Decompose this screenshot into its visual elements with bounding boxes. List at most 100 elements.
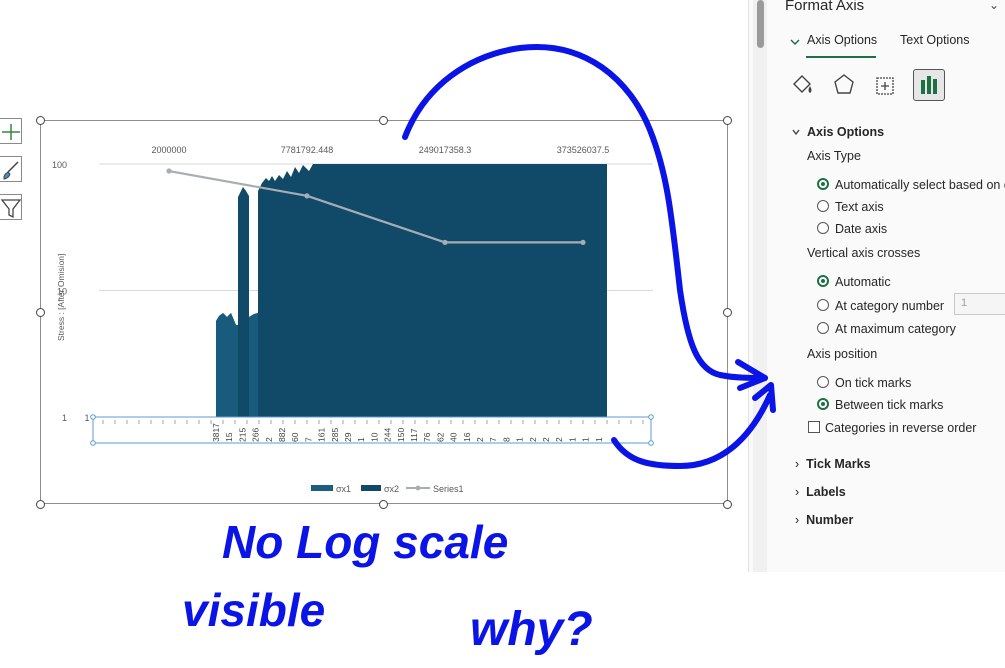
pane-scrollbar[interactable] [753,0,767,572]
radio-auto-select[interactable] [817,178,829,190]
radio-on-tick-marks[interactable] [817,376,829,388]
radio-text-axis[interactable] [817,200,829,212]
axis-selection-handle [90,440,96,446]
section-tick-marks[interactable]: › Tick Marks [795,457,871,471]
line-point-series1 [304,193,310,199]
x-tick-label: 285 [330,428,340,442]
axis-selection-handle [648,414,654,420]
option-category-number[interactable]: At category number [835,299,944,313]
chart-elements-icon[interactable] [0,118,22,144]
reverse-order-label[interactable]: Categories in reverse order [825,421,976,435]
chart-filters-icon[interactable] [0,194,22,220]
option-text-axis[interactable]: Text axis [835,200,884,214]
x-tick-label: 62 [435,432,445,442]
y-tick-label-axis: 1 [84,413,89,423]
resize-handle[interactable] [36,308,45,317]
axis-options-icon[interactable] [913,69,945,101]
radio-max-category[interactable] [817,322,829,334]
resize-handle[interactable] [723,116,732,125]
axis-selection-handle [90,414,96,420]
x-tick-label: 1 [581,437,591,442]
legend-label-sx2: σx2 [384,484,399,494]
top-axis-label: 2000000 [151,145,186,155]
x-tick-label: 8 [501,437,511,442]
resize-handle[interactable] [379,500,388,509]
radio-crosses-automatic[interactable] [817,275,829,287]
option-crosses-automatic[interactable]: Automatic [835,275,891,289]
fill-line-icon[interactable] [788,70,818,100]
legend-swatch-sx1 [311,485,333,491]
effects-icon[interactable] [829,70,859,100]
tab-text-options[interactable]: Text Options [900,33,969,47]
x-tick-label: 244 [383,428,393,442]
annotation-text: No Log scale visible why? [182,516,593,656]
x-tick-label: 60 [290,432,300,442]
vertical-crosses-label: Vertical axis crosses [807,246,921,260]
pane-options-chevron-icon[interactable]: ⌄ [989,0,999,12]
category-number-input[interactable]: 1 [954,293,1005,315]
x-tick-label: 7 [488,437,498,442]
radio-category-number[interactable] [817,299,829,311]
x-tick-label: 2 [554,437,564,442]
annotation-line2: visible [182,584,325,636]
chart-svg: 1001012000000 7781792.448 249017358.3 37352… [52,145,654,494]
radio-between-tick-marks[interactable] [817,398,829,410]
x-tick-label: 2 [528,437,538,442]
active-tab-indicator [806,56,876,58]
resize-handle[interactable] [723,308,732,317]
format-axis-pane: Format Axis ⌄ Axis Options Text Options … [748,0,1005,572]
radio-date-axis[interactable] [817,222,829,234]
size-properties-icon[interactable] [870,70,900,100]
x-tick-label: 29 [343,432,353,442]
chart-styles-icon[interactable] [0,156,22,182]
pane-title: Format Axis [785,0,865,14]
axis-selection-handle [648,440,654,446]
line-point-series1 [166,168,172,174]
x-tick-label: 1 [515,437,525,442]
top-axis-label: 7781792.448 [281,145,334,155]
top-axis-label: 373526037.5 [557,145,610,155]
x-tick-label: 215 [237,428,247,442]
resize-handle[interactable] [723,500,732,509]
option-max-category[interactable]: At maximum category [835,322,956,336]
tab-axis-options[interactable]: Axis Options [807,33,877,47]
option-auto-select[interactable]: Automatically select based on da [835,178,1005,192]
x-tick-label: 7 [303,437,313,442]
x-tick-label: 40 [449,432,459,442]
chevron-down-icon [792,129,800,136]
axis-type-label: Axis Type [807,149,861,163]
legend-label-sx1: σx1 [336,484,351,494]
section-axis-options[interactable]: Axis Options [807,125,884,139]
x-tick-label: 1 [594,437,604,442]
chevron-right-icon: › [795,485,800,499]
x-tick-label: 16 [462,432,472,442]
section-labels[interactable]: › Labels [795,485,846,499]
chevron-right-icon: › [795,457,800,471]
y-axis-title: Stress : [After Omision] [56,254,66,341]
x-tick-label: 2 [264,437,274,442]
legend-swatch-sx2 [361,485,381,491]
section-tick-marks-label: Tick Marks [806,457,871,471]
x-tick-label: 1 [567,437,577,442]
section-labels-label: Labels [806,485,846,499]
reverse-order-checkbox[interactable] [808,421,820,433]
x-tick-label: 15 [224,432,234,442]
resize-handle[interactable] [36,500,45,509]
option-date-axis[interactable]: Date axis [835,222,887,236]
x-tick-label: 266 [251,428,261,442]
resize-handle[interactable] [379,116,388,125]
section-number[interactable]: › Number [795,513,853,527]
chevron-down-icon [790,39,800,46]
x-tick-label: 117 [409,428,419,442]
x-tick-label: 150 [396,428,406,442]
annotation-line1: No Log scale [222,516,508,568]
option-between-tick-marks[interactable]: Between tick marks [835,398,943,412]
resize-handle[interactable] [36,116,45,125]
pane-scrollbar-thumb[interactable] [757,0,764,48]
y-tick-label: 100 [52,160,67,170]
x-tick-label: 76 [422,432,432,442]
top-axis-label: 249017358.3 [419,145,472,155]
bar-series-sx2 [216,164,607,417]
option-on-tick-marks[interactable]: On tick marks [835,376,911,390]
chart-area[interactable]: 100 10 1 2000000 7781792.448 249017358.3 37352… [36,116,732,509]
